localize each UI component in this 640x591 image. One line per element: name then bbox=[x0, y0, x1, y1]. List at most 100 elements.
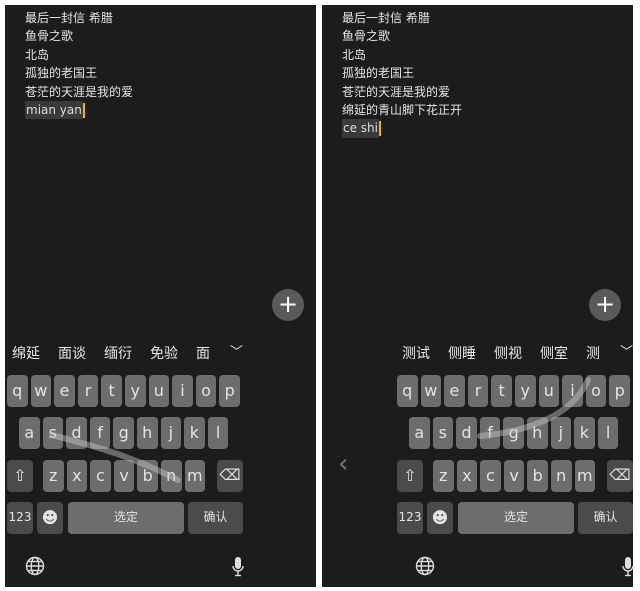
key-a[interactable]: a bbox=[19, 417, 40, 449]
key-e[interactable]: e bbox=[444, 375, 465, 407]
key-e[interactable]: e bbox=[54, 375, 75, 407]
composing-text: ce shi bbox=[342, 119, 379, 138]
key-r[interactable]: r bbox=[77, 375, 99, 407]
emoji-key[interactable]: ☻ bbox=[427, 502, 453, 534]
composing-line: mian yan bbox=[25, 100, 133, 120]
note-line: 最后一封信 希腊 bbox=[342, 11, 430, 25]
note-line: 孤独的老国王 bbox=[342, 66, 415, 81]
text-caret bbox=[82, 102, 85, 118]
key-a[interactable]: a bbox=[409, 417, 430, 449]
key-c[interactable]: c bbox=[90, 460, 111, 492]
key-m[interactable]: m bbox=[184, 460, 206, 492]
key-w[interactable]: w bbox=[420, 375, 442, 407]
note-line: 鱼骨之歌 bbox=[342, 29, 391, 44]
key-p[interactable]: p bbox=[219, 375, 240, 407]
key-y[interactable]: y bbox=[125, 375, 146, 407]
globe-icon[interactable] bbox=[25, 556, 45, 580]
select-key[interactable]: 选定 bbox=[458, 502, 574, 534]
key-j[interactable]: j bbox=[550, 417, 572, 449]
key-v[interactable]: v bbox=[113, 460, 135, 492]
chevron-down-icon[interactable]: ﹀ bbox=[620, 341, 633, 360]
key-k[interactable]: k bbox=[184, 417, 205, 449]
key-b[interactable]: b bbox=[527, 460, 548, 492]
candidate-4[interactable]: 侧室 bbox=[540, 343, 568, 363]
key-u[interactable]: u bbox=[538, 375, 560, 407]
emoji-key[interactable]: ☻ bbox=[37, 502, 63, 534]
candidate-1[interactable]: 绵延 bbox=[12, 343, 40, 363]
key-g[interactable]: g bbox=[113, 417, 134, 449]
text-caret bbox=[379, 121, 381, 137]
key-r[interactable]: r bbox=[467, 375, 489, 407]
key-b[interactable]: b bbox=[137, 460, 158, 492]
keyboard: q w e r t y u i o p a s d f g h j k l ⇧ z x c v b n m ⌫ 123 ☻ 选定 确认 bbox=[7, 375, 243, 540]
candidate-2[interactable]: 面谈 bbox=[58, 343, 86, 363]
key-f[interactable]: f bbox=[479, 417, 501, 449]
key-z[interactable]: z bbox=[433, 460, 454, 492]
key-t[interactable]: t bbox=[101, 375, 122, 407]
note-line: 鱼骨之歌 bbox=[25, 29, 74, 44]
chevron-left-icon[interactable]: ‹ bbox=[338, 449, 348, 479]
key-i[interactable]: i bbox=[562, 375, 583, 407]
key-s[interactable]: s bbox=[42, 417, 64, 449]
key-w[interactable]: w bbox=[30, 375, 52, 407]
key-t[interactable]: t bbox=[491, 375, 512, 407]
key-i[interactable]: i bbox=[172, 375, 193, 407]
phone-panel-2: 最后一封信 希腊 鱼骨之歌 北岛 孤独的老国王 苍茫的天涯是我的爱 绵延的青山脚下花正开 c… bbox=[322, 5, 633, 587]
key-j[interactable]: j bbox=[160, 417, 182, 449]
candidate-5[interactable]: 面 bbox=[196, 343, 210, 363]
confirm-key[interactable]: 确认 bbox=[578, 502, 633, 534]
shift-key[interactable]: ⇧ bbox=[397, 460, 423, 492]
key-d[interactable]: d bbox=[456, 417, 477, 449]
keyboard: q w e r t y u i o p a s d f g h j k l ⇧ z x c v b n m ⌫ 123 ☻ 选定 确认 bbox=[397, 375, 633, 540]
key-n[interactable]: n bbox=[551, 460, 572, 492]
composing-text: mian yan bbox=[25, 100, 83, 120]
key-d[interactable]: d bbox=[66, 417, 87, 449]
composing-line: ce shi bbox=[342, 119, 462, 138]
backspace-key[interactable]: ⌫ bbox=[607, 460, 633, 492]
key-y[interactable]: y bbox=[515, 375, 536, 407]
key-g[interactable]: g bbox=[503, 417, 524, 449]
note-text[interactable]: 最后一封信 希腊 鱼骨之歌 北岛 孤独的老国王 苍茫的天涯是我的爱 mian yan bbox=[25, 9, 133, 120]
key-m[interactable]: m bbox=[574, 460, 596, 492]
key-o[interactable]: o bbox=[585, 375, 607, 407]
shift-key[interactable]: ⇧ bbox=[7, 460, 33, 492]
key-q[interactable]: q bbox=[397, 375, 418, 407]
select-key[interactable]: 选定 bbox=[68, 502, 184, 534]
note-line: 绵延的青山脚下花正开 bbox=[342, 102, 463, 117]
key-k[interactable]: k bbox=[574, 417, 595, 449]
backspace-key[interactable]: ⌫ bbox=[217, 460, 243, 492]
chevron-down-icon[interactable]: ﹀ bbox=[230, 341, 243, 360]
key-q[interactable]: q bbox=[7, 375, 28, 407]
add-button[interactable]: + bbox=[272, 289, 304, 321]
key-n[interactable]: n bbox=[161, 460, 182, 492]
candidate-3[interactable]: 缅衍 bbox=[104, 343, 132, 363]
key-u[interactable]: u bbox=[148, 375, 170, 407]
key-h[interactable]: h bbox=[527, 417, 548, 449]
key-c[interactable]: c bbox=[480, 460, 501, 492]
note-text[interactable]: 最后一封信 希腊 鱼骨之歌 北岛 孤独的老国王 苍茫的天涯是我的爱 绵延的青山脚下花正开 c… bbox=[342, 9, 462, 138]
candidate-2[interactable]: 侧睡 bbox=[448, 343, 476, 363]
microphone-icon[interactable] bbox=[231, 556, 245, 582]
numbers-key[interactable]: 123 bbox=[397, 502, 423, 534]
candidate-1[interactable]: 测试 bbox=[402, 343, 430, 363]
key-p[interactable]: p bbox=[609, 375, 630, 407]
key-s[interactable]: s bbox=[432, 417, 454, 449]
key-h[interactable]: h bbox=[137, 417, 158, 449]
numbers-key[interactable]: 123 bbox=[7, 502, 33, 534]
key-x[interactable]: x bbox=[456, 460, 478, 492]
key-f[interactable]: f bbox=[89, 417, 111, 449]
key-z[interactable]: z bbox=[43, 460, 64, 492]
key-o[interactable]: o bbox=[195, 375, 217, 407]
key-x[interactable]: x bbox=[66, 460, 88, 492]
add-button[interactable]: + bbox=[589, 289, 621, 321]
microphone-icon[interactable] bbox=[621, 556, 633, 582]
confirm-key[interactable]: 确认 bbox=[188, 502, 243, 534]
globe-icon[interactable] bbox=[415, 556, 435, 580]
candidate-3[interactable]: 侧视 bbox=[494, 343, 522, 363]
candidate-5[interactable]: 测 bbox=[586, 343, 600, 363]
key-v[interactable]: v bbox=[503, 460, 525, 492]
note-line: 苍茫的天涯是我的爱 bbox=[342, 84, 451, 99]
key-l[interactable]: l bbox=[597, 417, 619, 449]
candidate-4[interactable]: 免验 bbox=[150, 343, 178, 363]
key-l[interactable]: l bbox=[207, 417, 229, 449]
